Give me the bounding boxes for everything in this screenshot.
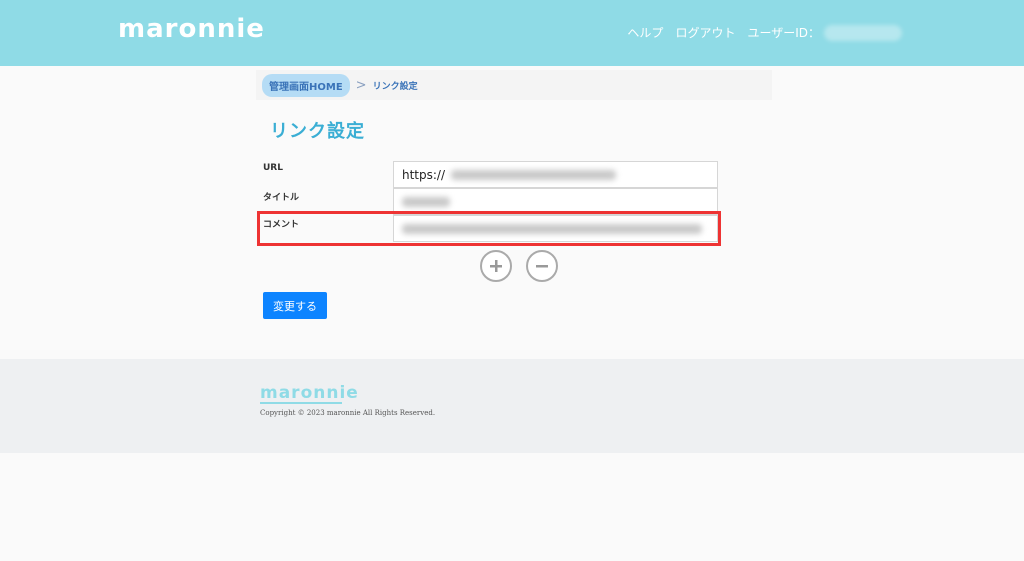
page-title: リンク設定 [270,121,365,142]
footer: maronnie Copyright © 2023 maronnie All R… [0,359,1024,453]
url-label: URL [263,163,283,173]
title-label: タイトル [263,193,300,203]
title-value-redacted [402,196,450,207]
user-id-label: ユーザーID： [747,26,820,40]
header: maronnie ヘルプ ログアウト ユーザーID： [0,0,1024,66]
minus-circle-icon [536,265,548,268]
highlight-box [257,211,721,246]
copyright: Copyright © 2023 maronnie All Rights Res… [260,409,436,417]
user-id-value-redacted [824,24,902,41]
breadcrumb-current: リンク設定 [372,81,418,92]
url-input[interactable]: https:// [393,161,718,188]
submit-button[interactable]: 変更する [263,292,327,319]
footer-logo[interactable]: maronnie [260,383,359,403]
add-row-button[interactable] [480,250,512,282]
logout-link[interactable]: ログアウト [675,24,735,41]
breadcrumb-separator: > [355,77,367,93]
header-nav: ヘルプ ログアウト ユーザーID： [615,24,902,41]
logo[interactable]: maronnie [118,14,265,44]
remove-row-button[interactable] [526,250,558,282]
footer-logo-underline [260,402,342,404]
breadcrumb-home-link[interactable]: 管理画面HOME [262,73,350,97]
breadcrumb: 管理画面HOME > リンク設定 [256,70,772,100]
help-link[interactable]: ヘルプ [627,24,663,41]
plus-circle-icon [490,260,502,272]
url-prefix: https:// [402,167,446,182]
url-value-redacted [451,169,617,180]
